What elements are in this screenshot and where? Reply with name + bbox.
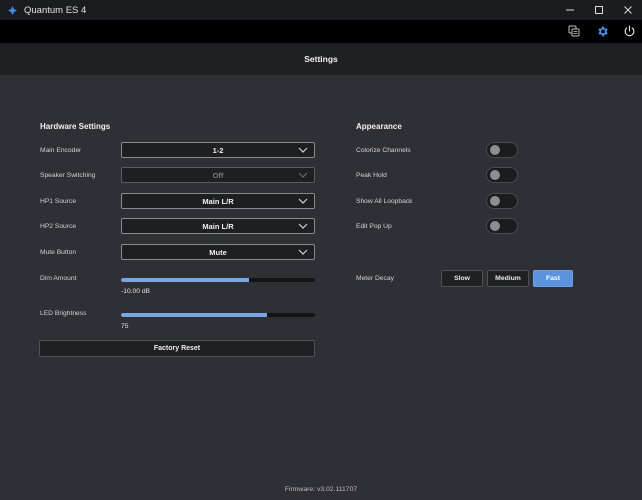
mute-button-value: Mute: [209, 247, 227, 257]
minimize-icon: [565, 9, 574, 11]
colorize-channels-label: Colorize Channels: [356, 147, 411, 154]
dim-amount-fill: [121, 278, 250, 282]
window-title: Quantum ES 4: [24, 4, 87, 16]
hp1-source-select[interactable]: Main L/R: [121, 193, 315, 209]
hardware-settings-title: Hardware Settings: [40, 122, 111, 131]
app-logo-icon: [7, 5, 17, 15]
dim-amount-slider[interactable]: [121, 278, 315, 282]
hp2-source-value: Main L/R: [202, 221, 234, 231]
copy-icon[interactable]: [567, 24, 581, 38]
mute-button-select[interactable]: Mute: [121, 244, 315, 260]
chevron-down-icon: [298, 172, 308, 178]
toggle-knob: [490, 221, 500, 231]
chevron-down-icon: [298, 223, 308, 229]
led-brightness-label: LED Brightness: [40, 310, 87, 317]
factory-reset-button[interactable]: Factory Reset: [39, 340, 315, 357]
peak-hold-label: Peak Hold: [356, 172, 387, 179]
led-brightness-value: 75: [121, 323, 129, 330]
gear-icon[interactable]: [595, 24, 609, 38]
power-icon[interactable]: [622, 24, 636, 38]
toggle-knob: [490, 145, 500, 155]
main-encoder-label: Main Encoder: [40, 147, 82, 154]
led-brightness-fill: [121, 313, 267, 317]
minimize-button[interactable]: [555, 0, 584, 20]
speaker-switching-select[interactable]: Off: [121, 167, 315, 183]
meter-decay-fast-button[interactable]: Fast: [533, 270, 573, 287]
maximize-icon: [594, 6, 603, 14]
toggle-knob: [490, 196, 500, 206]
speaker-switching-label: Speaker Switching: [40, 172, 96, 179]
chevron-down-icon: [298, 198, 308, 204]
page-title: Settings: [304, 54, 338, 64]
speaker-switching-value: Off: [212, 170, 224, 180]
appearance-title: Appearance: [356, 122, 402, 131]
settings-header: Settings: [0, 43, 642, 75]
hp2-source-label: HP2 Source: [40, 223, 77, 230]
peak-hold-toggle[interactable]: [486, 167, 518, 183]
close-icon: [623, 6, 632, 14]
mute-button-label: Mute Button: [40, 249, 77, 256]
dim-amount-value: -10.00 dB: [121, 288, 150, 295]
hp1-source-value: Main L/R: [202, 196, 234, 206]
close-button[interactable]: [613, 0, 642, 20]
dim-amount-label: Dim Amount: [40, 275, 77, 282]
show-all-loopback-toggle[interactable]: [486, 193, 518, 209]
toggle-knob: [490, 170, 500, 180]
maximize-button[interactable]: [584, 0, 613, 20]
main-encoder-value: 1-2: [212, 145, 224, 155]
colorize-channels-toggle[interactable]: [486, 142, 518, 158]
meter-decay-medium-button[interactable]: Medium: [487, 270, 529, 287]
show-all-loopback-label: Show All Loopback: [356, 198, 413, 205]
chevron-down-icon: [298, 249, 308, 255]
hp2-source-select[interactable]: Main L/R: [121, 218, 315, 234]
firmware-version: Firmware: v3.02.111707: [284, 486, 358, 493]
main-encoder-select[interactable]: 1-2: [121, 142, 315, 158]
hp1-source-label: HP1 Source: [40, 198, 77, 205]
top-toolbar: [0, 20, 642, 43]
edit-pop-up-label: Edit Pop Up: [356, 223, 392, 230]
led-brightness-slider[interactable]: [121, 313, 315, 317]
edit-pop-up-toggle[interactable]: [486, 218, 518, 234]
window-title-bar: Quantum ES 4: [0, 0, 642, 20]
meter-decay-label: Meter Decay: [356, 275, 394, 282]
meter-decay-slow-button[interactable]: Slow: [441, 270, 483, 287]
chevron-down-icon: [298, 147, 308, 153]
